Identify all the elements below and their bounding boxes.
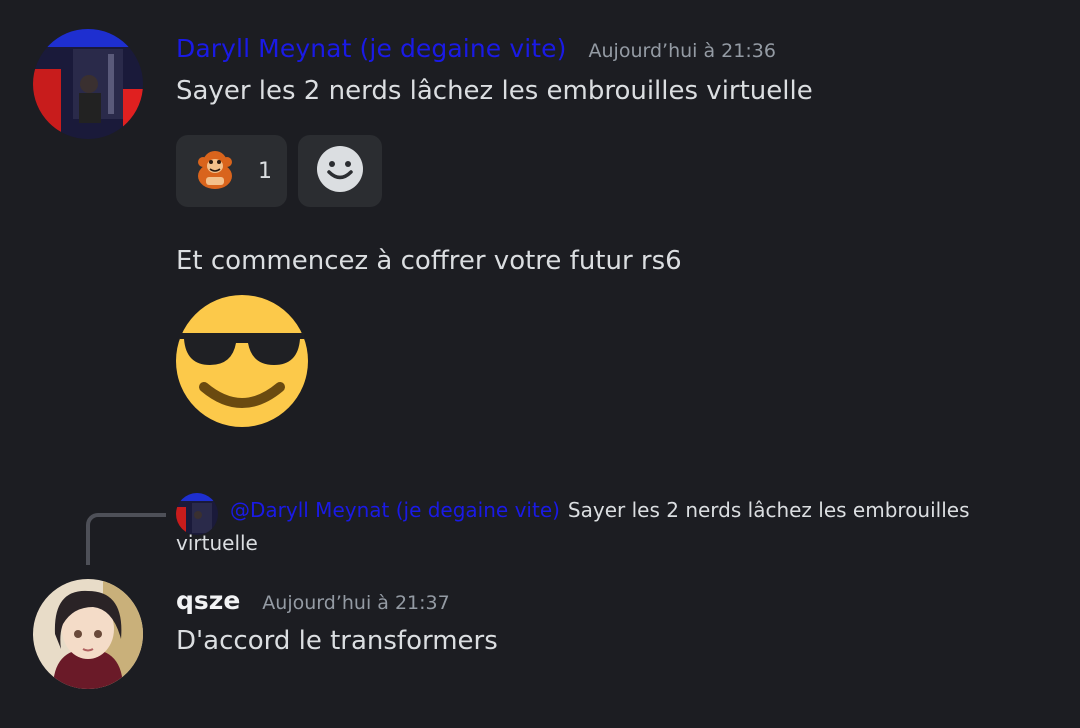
reaction-count: 1 — [258, 158, 272, 184]
sunglasses-face-emoji[interactable] — [176, 295, 308, 427]
avatar-daryll[interactable] — [33, 29, 143, 139]
username[interactable]: Daryll Meynat (je degaine vite) — [176, 34, 567, 63]
smile-add-reaction-icon — [316, 145, 364, 197]
timestamp[interactable]: Aujourd’hui à 21:37 — [262, 592, 449, 614]
reply-spine — [86, 513, 166, 565]
reaction-monkey[interactable]: 1 — [176, 135, 287, 207]
username[interactable]: qsze — [176, 586, 240, 615]
avatar-qsze[interactable] — [33, 579, 143, 689]
add-reaction-button[interactable] — [298, 135, 382, 207]
timestamp[interactable]: Aujourd’hui à 21:36 — [589, 40, 776, 62]
reply-preview[interactable]: @Daryll Meynat (je degaine vite) Sayer le… — [176, 494, 976, 560]
reply-mention[interactable]: @Daryll Meynat (je degaine vite) — [230, 498, 560, 522]
message-header: Daryll Meynat (je degaine vite) Aujourd’… — [176, 34, 776, 63]
message-text: Et commencez à coffrer votre futur rs6 — [176, 246, 682, 276]
chat-message-list: Daryll Meynat (je degaine vite) Aujourd’… — [0, 0, 1080, 728]
monkey-emoji-icon — [192, 146, 238, 196]
message-header: qsze Aujourd’hui à 21:37 — [176, 586, 450, 615]
message-text: D'accord le transformers — [176, 626, 498, 656]
message-text: Sayer les 2 nerds lâchez les embrouilles… — [176, 76, 813, 106]
